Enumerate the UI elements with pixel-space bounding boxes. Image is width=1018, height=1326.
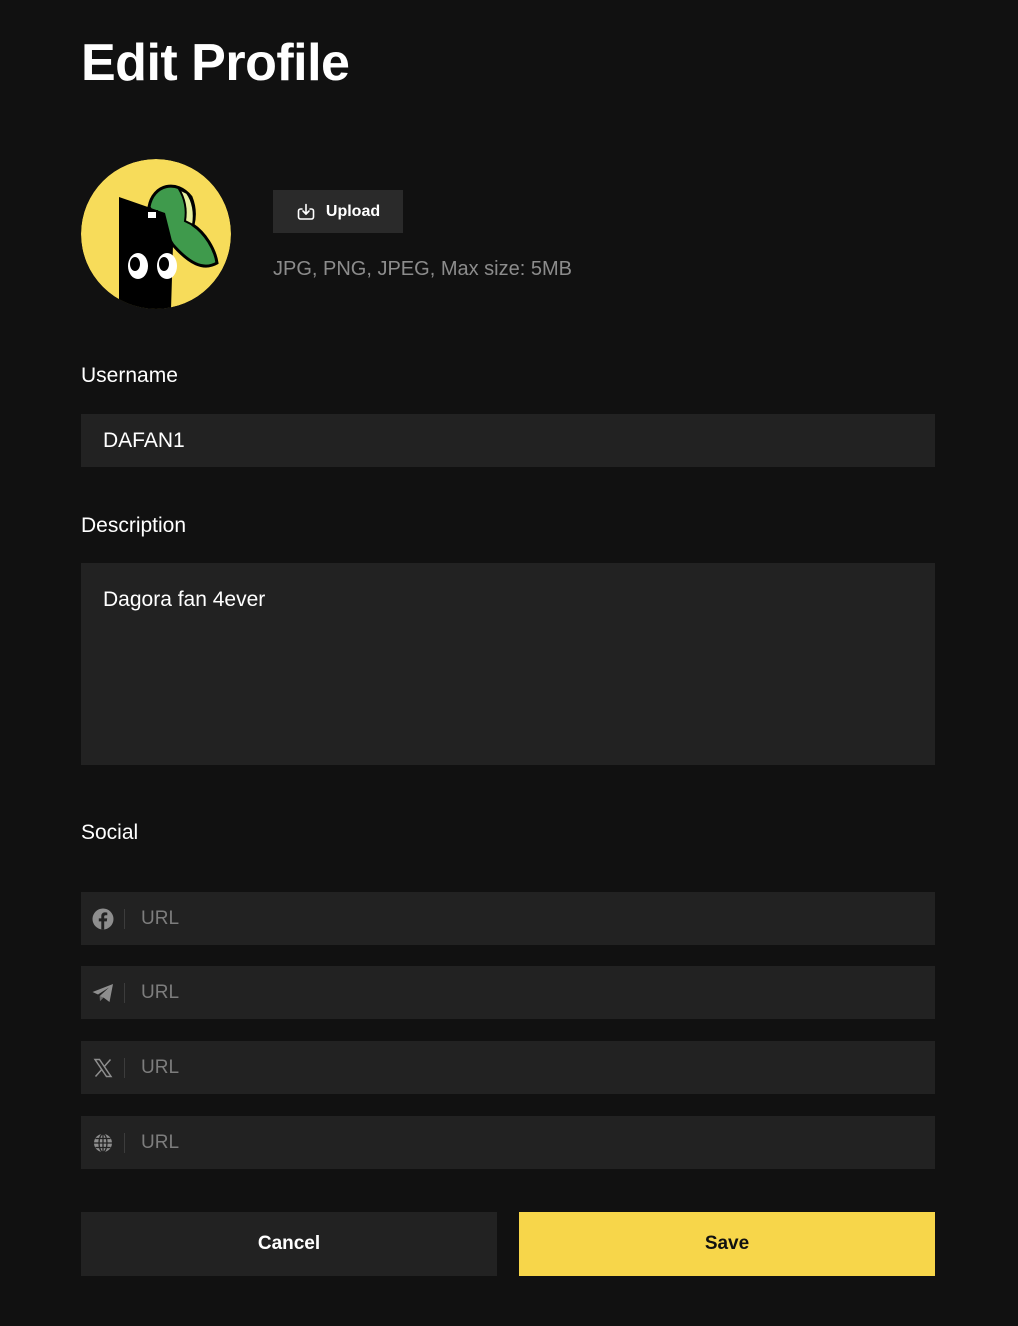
save-button[interactable]: Save xyxy=(519,1212,935,1276)
website-url-input[interactable] xyxy=(125,1116,935,1169)
description-textarea[interactable]: Dagora fan 4ever xyxy=(81,563,935,765)
social-row-telegram xyxy=(81,966,935,1019)
upload-button[interactable]: Upload xyxy=(273,190,403,233)
upload-icon xyxy=(296,202,316,222)
description-label: Description xyxy=(81,514,187,537)
username-label: Username xyxy=(81,364,178,387)
mascot-avatar-icon xyxy=(81,159,231,309)
telegram-url-input[interactable] xyxy=(125,966,935,1019)
social-label: Social xyxy=(81,821,139,844)
cancel-button[interactable]: Cancel xyxy=(81,1212,497,1276)
username-input[interactable] xyxy=(81,414,935,467)
page-title: Edit Profile xyxy=(81,34,350,92)
social-row-website xyxy=(81,1116,935,1169)
social-row-x xyxy=(81,1041,935,1094)
avatar[interactable] xyxy=(81,159,231,309)
facebook-url-input[interactable] xyxy=(125,892,935,945)
telegram-icon xyxy=(81,966,124,1019)
globe-icon xyxy=(81,1116,124,1169)
facebook-icon xyxy=(81,892,124,945)
x-icon xyxy=(81,1041,124,1094)
upload-hint: JPG, PNG, JPEG, Max size: 5MB xyxy=(273,258,572,280)
social-row-facebook xyxy=(81,892,935,945)
upload-button-label: Upload xyxy=(325,202,381,220)
x-url-input[interactable] xyxy=(125,1041,935,1094)
